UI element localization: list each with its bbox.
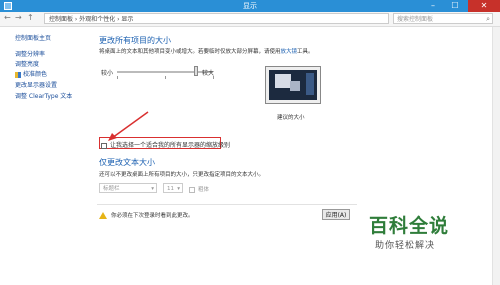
scrollbar[interactable] [492, 27, 500, 285]
bold-checkbox-row[interactable]: 粗体 [189, 185, 209, 193]
size-select[interactable]: 11 ▾ [163, 183, 183, 193]
bold-checkbox[interactable] [189, 186, 195, 193]
text-size-description: 还可以不更改桌面上所有项目的大小，只更改指定项目的文本大小。 [99, 172, 265, 178]
text-size-heading: 仅更改文本大小 [99, 158, 155, 167]
watermark-title: 百科全说 [369, 215, 450, 237]
warning-text: 你必须在下次登录时看到此更改。 [111, 213, 194, 219]
checkbox-label: 让我选择一个适合我的所有显示器的缩放级别 [110, 142, 231, 149]
item-select[interactable]: 标题栏 ▾ [99, 183, 157, 193]
warning-message: 你必须在下次登录时看到此更改。 [99, 211, 194, 219]
warning-icon [99, 212, 107, 219]
item-select-value: 标题栏 [103, 186, 120, 192]
display-window: 显示 – ☐ ✕ ← → ↑ 控制面板 › 外观和个性化 › 显示 搜索控制面板… [0, 0, 500, 285]
apply-button[interactable]: 应用(A) [322, 209, 350, 220]
chevron-down-icon: ▾ [151, 186, 154, 192]
chevron-down-icon: ▾ [177, 186, 180, 192]
scaling-checkbox[interactable] [101, 142, 107, 149]
watermark-subtitle: 助你轻松解决 [375, 241, 436, 251]
divider [97, 204, 357, 205]
bold-label: 粗体 [198, 187, 210, 193]
scaling-checkbox-row[interactable]: 让我选择一个适合我的所有显示器的缩放级别 [101, 140, 230, 149]
size-select-value: 11 [167, 186, 174, 192]
